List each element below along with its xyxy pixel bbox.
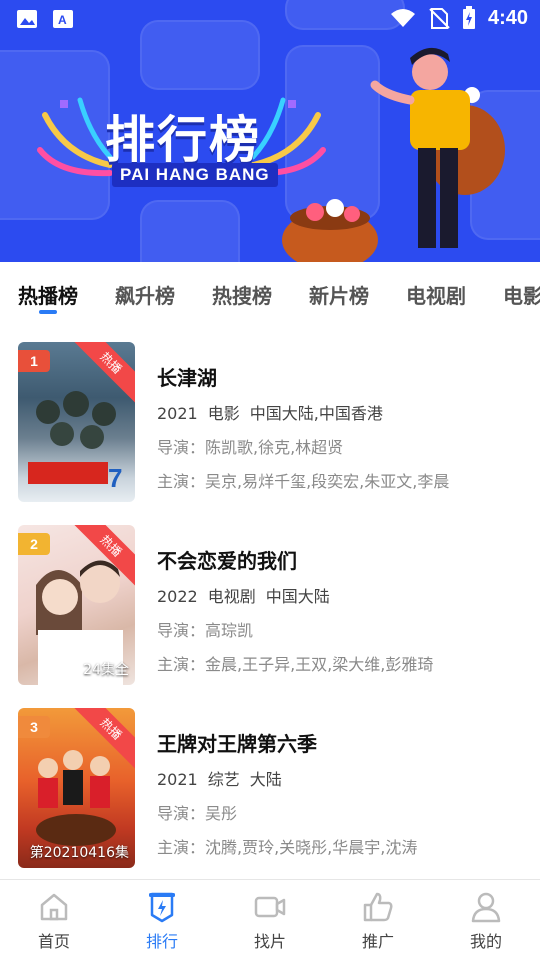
item-meta: 2021 电影 中国大陆,中国香港 — [157, 400, 522, 424]
user-icon — [471, 892, 501, 923]
tab-label: 热搜榜 — [212, 284, 272, 308]
item-title[interactable]: 王牌对王牌第六季 — [157, 728, 522, 757]
item-region: 大陆 — [249, 770, 282, 789]
tab-rising[interactable]: 飙升榜 — [115, 262, 175, 324]
list-item[interactable]: 7 1 热播 长津湖 2021 电影 中国大陆,中国香港 导演：陈凯歌,徐克,林超贤… — [18, 324, 522, 502]
item-info: 不会恋爱的我们 2022 电视剧 中国大陆 导演：高琮凯 主演：金晨,王子异,王双,… — [157, 545, 522, 685]
banner-subtitle: PAI HANG BANG — [112, 163, 278, 187]
tab-label: 热播榜 — [18, 284, 78, 308]
rank-badge: 3 — [18, 716, 50, 738]
nav-ranking[interactable]: 排行 — [108, 880, 216, 960]
no-sim-icon — [429, 8, 450, 29]
ranking-icon — [149, 892, 175, 923]
thumbs-up-icon — [363, 892, 393, 922]
tab-hot-search[interactable]: 热搜榜 — [212, 262, 272, 324]
list-item[interactable]: 2 热播 24集全 不会恋爱的我们 2022 电视剧 中国大陆 导演：高琮凯 主演：… — [18, 507, 522, 685]
nav-home[interactable]: 首页 — [0, 880, 108, 960]
ranking-tabs: 热播榜 飙升榜 热搜榜 新片榜 电视剧 电影 — [0, 262, 540, 324]
nav-find-video[interactable]: 找片 — [216, 880, 324, 960]
nav-label: 我的 — [469, 932, 502, 951]
banner: 排行榜 PAI HANG BANG A 4:40 — [0, 0, 540, 262]
item-type: 电影 — [207, 404, 240, 423]
svg-text:A: A — [58, 13, 67, 27]
item-meta: 2022 电视剧 中国大陆 — [157, 583, 522, 607]
item-type: 综艺 — [207, 770, 240, 789]
battery-icon — [462, 6, 475, 29]
banner-title: 排行榜 — [105, 111, 261, 169]
nav-mine[interactable]: 我的 — [432, 880, 540, 960]
item-region: 中国大陆 — [265, 587, 330, 606]
tab-label: 电视剧 — [406, 284, 466, 308]
tab-new-release[interactable]: 新片榜 — [309, 262, 369, 324]
item-title[interactable]: 不会恋爱的我们 — [157, 545, 522, 574]
item-cast: 主演：吴京,易烊千玺,段奕宏,朱亚文,李晨 — [157, 472, 450, 491]
video-icon — [254, 896, 286, 918]
home-icon — [40, 893, 68, 921]
item-year: 2022 — [157, 587, 198, 606]
nav-label: 推广 — [361, 932, 394, 951]
image-notification-icon — [17, 10, 37, 28]
status-bar: A 4:40 — [0, 0, 540, 38]
item-info: 王牌对王牌第六季 2021 综艺 大陆 导演：吴彤 主演：沈腾,贾玲,关晓彤,华晨宇… — [157, 728, 522, 868]
item-director: 导演：陈凯歌,徐克,林超贤 — [157, 438, 344, 457]
item-info: 长津湖 2021 电影 中国大陆,中国香港 导演：陈凯歌,徐克,林超贤 主演：吴京,… — [157, 362, 522, 502]
svg-text:7: 7 — [108, 463, 122, 493]
bottom-nav: 首页 排行 找片 推广 我的 — [0, 879, 540, 960]
rank-badge: 2 — [18, 533, 50, 555]
poster-image[interactable]: 2 热播 24集全 — [18, 525, 135, 685]
nav-label: 排行 — [145, 932, 178, 951]
app-notification-icon: A — [53, 10, 73, 28]
item-region: 中国大陆,中国香港 — [249, 404, 383, 423]
poster-image[interactable]: 7 1 热播 — [18, 342, 135, 502]
tab-label: 飙升榜 — [115, 284, 175, 308]
nav-label: 找片 — [253, 932, 286, 951]
list-item[interactable]: 3 热播 第20210416集 王牌对王牌第六季 2021 综艺 大陆 导演：吴彤 … — [18, 690, 522, 868]
item-meta: 2021 综艺 大陆 — [157, 766, 522, 790]
banner-bg-card — [140, 200, 240, 262]
nav-label: 首页 — [37, 932, 70, 951]
illustration-person-icon — [282, 47, 505, 262]
wifi-icon — [390, 9, 415, 27]
episode-label: 第20210416集 — [29, 845, 129, 861]
item-cast: 主演：金晨,王子异,王双,梁大维,彭雅琦 — [157, 655, 434, 674]
nav-promote[interactable]: 推广 — [324, 880, 432, 960]
tab-hot-play[interactable]: 热播榜 — [18, 262, 78, 324]
tab-label: 新片榜 — [309, 284, 369, 308]
item-year: 2021 — [157, 404, 198, 423]
tab-movie[interactable]: 电影 — [503, 262, 540, 324]
poster-image[interactable]: 3 热播 第20210416集 — [18, 708, 135, 868]
item-director: 导演：吴彤 — [157, 804, 238, 823]
rank-badge: 1 — [18, 350, 50, 372]
status-time: 4:40 — [487, 6, 528, 29]
item-director: 导演：高琮凯 — [157, 621, 254, 640]
item-year: 2021 — [157, 770, 198, 789]
tab-tv-series[interactable]: 电视剧 — [406, 262, 466, 324]
item-cast: 主演：沈腾,贾玲,关晓彤,华晨宇,沈涛 — [157, 838, 418, 857]
item-title[interactable]: 长津湖 — [157, 362, 522, 391]
episode-label: 24集全 — [83, 662, 129, 678]
item-type: 电视剧 — [207, 587, 256, 606]
splash-left-icon — [37, 97, 113, 177]
tab-active-indicator — [39, 310, 57, 314]
tab-label: 电影 — [503, 284, 540, 308]
